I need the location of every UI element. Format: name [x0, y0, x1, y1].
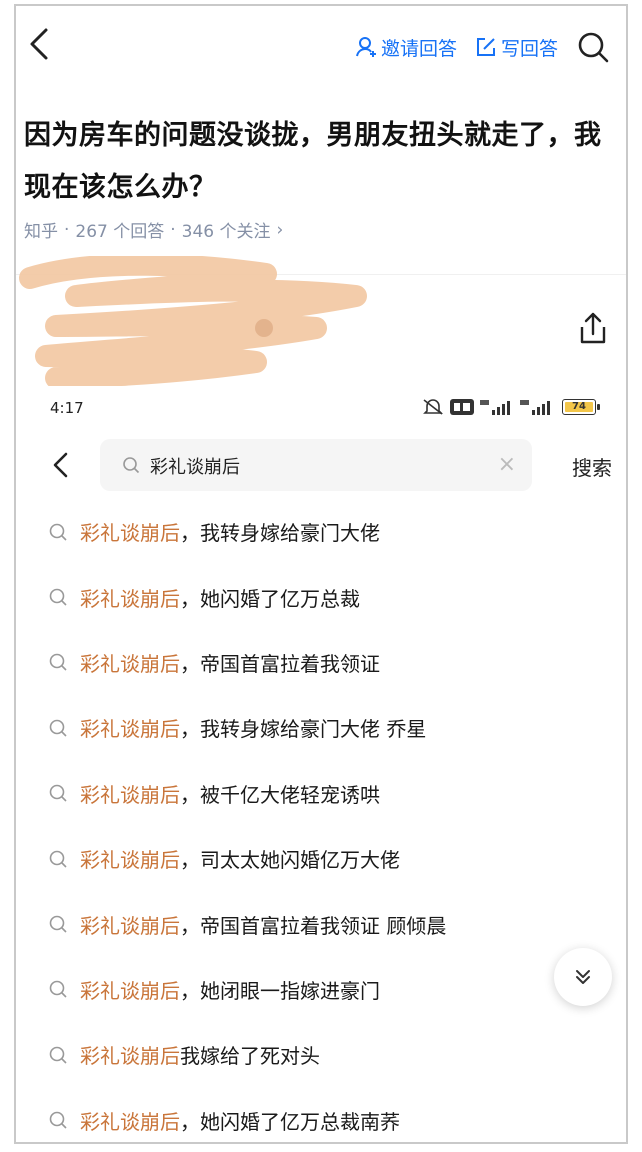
suggestion-highlight: 彩礼谈崩后	[80, 717, 180, 742]
edit-icon	[476, 38, 495, 56]
suggestion-highlight: 彩礼谈崩后	[80, 978, 180, 1003]
meta-answer-count: 267 个回答	[75, 222, 165, 242]
suggestion-text: ，我转身嫁给豪门大佬	[180, 521, 380, 546]
search-icon	[49, 523, 67, 541]
top-actions: 邀请回答 写回答	[355, 30, 610, 64]
suggestion-item[interactable]: 彩礼谈崩后 我嫁给了死对头	[44, 1022, 616, 1087]
suggestion-item[interactable]: 彩礼谈崩后 ，她闪婚了亿万总裁南荞	[44, 1088, 616, 1142]
scroll-down-button[interactable]	[554, 948, 612, 1006]
suggestion-text: ，帝国首富拉着我领证 顾倾晨	[180, 913, 447, 938]
signal-5g-icon	[520, 400, 550, 415]
search-input[interactable]: 彩礼谈崩后 ×	[100, 439, 532, 491]
write-answer-label: 写回答	[500, 37, 558, 60]
invite-person-icon	[355, 37, 376, 57]
clear-icon[interactable]: ×	[498, 452, 516, 477]
top-bar: 邀请回答 写回答	[16, 6, 626, 86]
search-icon	[49, 588, 67, 606]
search-icon	[49, 719, 67, 737]
search-query: 彩礼谈崩后	[150, 457, 240, 478]
search-icon[interactable]	[576, 30, 610, 64]
write-answer-button[interactable]: 写回答	[475, 34, 558, 61]
status-time: 4:17	[50, 399, 84, 417]
search-icon	[49, 850, 67, 868]
search-submit-button[interactable]: 搜索	[572, 452, 612, 481]
search-icon	[49, 1111, 67, 1129]
double-chevron-down-icon	[576, 970, 590, 984]
back-arrow-icon[interactable]	[50, 450, 72, 480]
battery-icon: 74	[562, 399, 600, 415]
suggestion-highlight: 彩礼谈崩后	[80, 913, 180, 938]
suggestion-highlight: 彩礼谈崩后	[80, 848, 180, 873]
suggestion-highlight: 彩礼谈崩后	[80, 1044, 180, 1069]
screenshot-frame: 邀请回答 写回答 因为房车的问题没谈拢，男朋友扭头就走了，我现在该怎么办？ 知乎…	[14, 4, 628, 1144]
suggestion-text: ，司太太她闪婚亿万大佬	[180, 848, 400, 873]
suggestion-highlight: 彩礼谈崩后	[80, 782, 180, 807]
search-icon	[49, 784, 67, 802]
status-icons: 74	[422, 398, 600, 416]
suggestion-highlight: 彩礼谈崩后	[80, 1109, 180, 1134]
invite-answer-label: 邀请回答	[380, 37, 457, 60]
chevron-right-icon: ›	[276, 219, 284, 240]
suggestion-text: 我嫁给了死对头	[180, 1044, 320, 1069]
suggestion-item[interactable]: 彩礼谈崩后 ，我转身嫁给豪门大佬 乔星	[44, 695, 616, 760]
suggestion-item[interactable]: 彩礼谈崩后 ，她闪婚了亿万总裁	[44, 564, 616, 629]
meta-source: 知乎	[24, 222, 58, 242]
phone-status-bar: 4:17 74	[50, 398, 600, 420]
question-meta[interactable]: 知乎 · 267 个回答 · 346 个关注 ›	[24, 217, 289, 243]
suggestion-list: 彩礼谈崩后 ，我转身嫁给豪门大佬 彩礼谈崩后 ，她闪婚了亿万总裁 彩礼谈崩后 ，帝国首…	[44, 499, 616, 1142]
suggestion-text: ，她闪婚了亿万总裁	[180, 586, 360, 611]
search-icon	[49, 915, 67, 933]
suggestion-item[interactable]: 彩礼谈崩后 ，我转身嫁给豪门大佬	[44, 499, 616, 564]
redaction-scribble	[19, 256, 367, 386]
suggestion-text: ，帝国首富拉着我领证	[180, 651, 380, 676]
meta-follow-count: 346 个关注	[181, 222, 271, 242]
mute-icon	[423, 399, 443, 415]
suggestion-highlight: 彩礼谈崩后	[80, 586, 180, 611]
search-icon	[49, 1046, 67, 1064]
search-icon	[49, 654, 67, 672]
suggestion-text: ，被千亿大佬轻宠诱哄	[180, 782, 380, 807]
invite-answer-button[interactable]: 邀请回答	[355, 34, 457, 61]
suggestion-item[interactable]: 彩礼谈崩后 ，她闭眼一指嫁进豪门	[44, 957, 616, 1022]
question-title[interactable]: 因为房车的问题没谈拢，男朋友扭头就走了，我现在该怎么办？	[24, 110, 614, 214]
search-icon	[49, 981, 67, 998]
share-icon[interactable]	[576, 311, 610, 347]
suggestion-item[interactable]: 彩礼谈崩后 ，司太太她闪婚亿万大佬	[44, 826, 616, 891]
meta-separator: ·	[64, 219, 70, 240]
suggestion-text: ，她闭眼一指嫁进豪门	[180, 978, 380, 1003]
signal-5g-icon	[480, 400, 510, 415]
back-arrow-icon[interactable]	[22, 24, 56, 64]
search-bar: 彩礼谈崩后 × 搜索	[44, 438, 616, 492]
suggestion-highlight: 彩礼谈崩后	[80, 521, 180, 546]
suggestion-item[interactable]: 彩礼谈崩后 ，被千亿大佬轻宠诱哄	[44, 761, 616, 826]
battery-level: 74	[572, 401, 586, 412]
suggestion-text: ，她闪婚了亿万总裁南荞	[180, 1109, 400, 1134]
suggestion-text: ，我转身嫁给豪门大佬 乔星	[180, 717, 427, 742]
search-icon	[123, 457, 140, 474]
suggestion-item[interactable]: 彩礼谈崩后 ，帝国首富拉着我领证	[44, 630, 616, 695]
hd-icon	[450, 399, 474, 415]
suggestion-highlight: 彩礼谈崩后	[80, 651, 180, 676]
suggestion-item[interactable]: 彩礼谈崩后 ，帝国首富拉着我领证 顾倾晨	[44, 891, 616, 956]
meta-separator: ·	[170, 219, 176, 240]
